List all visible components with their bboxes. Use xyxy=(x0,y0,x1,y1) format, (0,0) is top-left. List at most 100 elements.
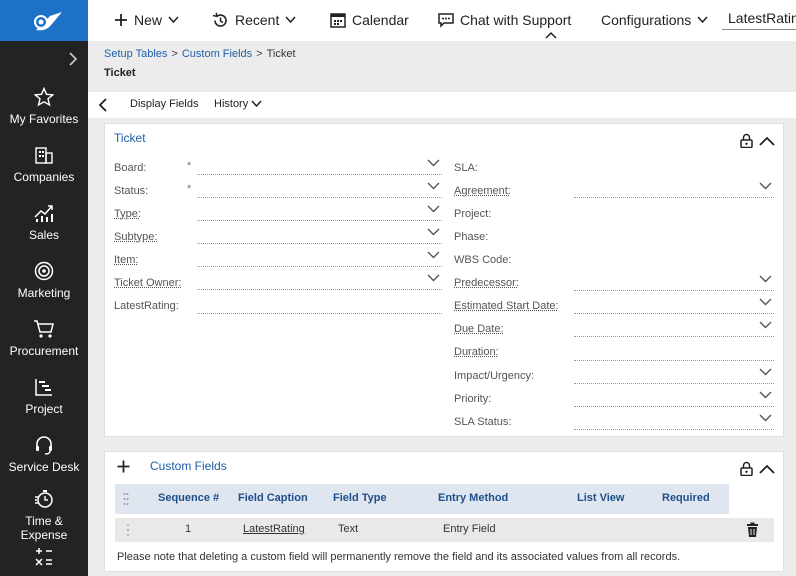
target-icon xyxy=(34,261,54,281)
duration-label[interactable]: Duration: xyxy=(454,346,499,358)
predecessor-label[interactable]: Predecessor: xyxy=(454,277,519,289)
column-header-sequence[interactable]: Sequence # xyxy=(158,492,219,504)
trash-icon[interactable] xyxy=(746,522,759,538)
app-logo[interactable] xyxy=(0,0,88,41)
field-caption-link[interactable]: LatestRating xyxy=(243,523,305,535)
chevron-down-icon xyxy=(759,298,772,306)
drag-handle-icon xyxy=(123,492,129,506)
predecessor-select[interactable] xyxy=(574,273,774,291)
chat-support-button[interactable]: Chat with Support xyxy=(438,10,571,30)
sla-label: SLA: xyxy=(454,162,478,174)
new-menu-button[interactable]: New xyxy=(114,10,179,30)
chevron-down-icon xyxy=(759,321,772,329)
chevron-down-icon xyxy=(285,16,296,24)
sidebar-item-finance[interactable] xyxy=(0,547,88,576)
star-icon xyxy=(34,87,54,107)
due-date-label[interactable]: Due Date: xyxy=(454,323,504,335)
sidebar-item-time-expense[interactable]: Time & Expense xyxy=(0,483,88,547)
chevron-down-icon xyxy=(697,16,708,24)
phase-label: Phase: xyxy=(454,231,488,243)
panel-controls xyxy=(740,461,775,476)
breadcrumb-custom-fields[interactable]: Custom Fields xyxy=(182,48,252,60)
wbs-code-label: WBS Code: xyxy=(454,254,511,266)
delete-warning-note: Please note that deleting a custom field… xyxy=(117,551,680,563)
latest-rating-input[interactable] xyxy=(197,296,442,314)
chevron-down-icon xyxy=(427,251,440,259)
sidebar-item-companies[interactable]: Companies xyxy=(0,135,88,193)
agreement-label[interactable]: Agreement: xyxy=(454,185,511,197)
sidebar-item-label: Service Desk xyxy=(9,460,80,474)
column-header-required[interactable]: Required xyxy=(662,492,710,504)
page-title: Ticket xyxy=(104,67,136,79)
add-plus-icon[interactable] xyxy=(117,460,130,473)
breadcrumb-setup-tables[interactable]: Setup Tables xyxy=(104,48,167,60)
due-date-picker[interactable] xyxy=(574,319,774,337)
breadcrumb: Setup Tables > Custom Fields > Ticket xyxy=(104,48,296,60)
collapse-chevron-up-icon[interactable] xyxy=(759,136,775,146)
history-menu-button[interactable]: History xyxy=(214,98,262,110)
column-header-field-type[interactable]: Field Type xyxy=(333,492,387,504)
recent-menu-label: Recent xyxy=(235,12,279,28)
record-toolbar: Display Fields History xyxy=(88,92,796,118)
sidebar-expand-button[interactable] xyxy=(0,41,88,77)
item-label[interactable]: Item: xyxy=(114,254,138,266)
estimated-start-date-picker[interactable] xyxy=(574,296,774,314)
top-bar: New Recent Calendar Chat with Support Co… xyxy=(88,0,796,41)
priority-label: Priority: xyxy=(454,393,491,405)
sequence-cell: 1 xyxy=(185,523,191,535)
lock-icon[interactable] xyxy=(740,461,753,476)
impact-urgency-label: Impact/Urgency: xyxy=(454,370,534,382)
back-arrow-icon[interactable] xyxy=(98,97,108,113)
configurations-menu-button[interactable]: Configurations xyxy=(601,10,708,30)
chevron-down-icon xyxy=(759,391,772,399)
recent-menu-button[interactable]: Recent xyxy=(212,10,296,30)
subtype-label[interactable]: Subtype: xyxy=(114,231,157,243)
chevron-right-icon xyxy=(68,51,78,67)
ticket-owner-label[interactable]: Ticket Owner: xyxy=(114,277,181,289)
type-label[interactable]: Type: xyxy=(114,208,141,220)
item-select[interactable] xyxy=(197,249,442,267)
chevron-down-icon xyxy=(759,182,772,190)
status-select[interactable] xyxy=(197,180,442,198)
drag-handle-icon[interactable] xyxy=(126,523,130,537)
table-row[interactable]: 1 LatestRating Text Entry Field xyxy=(115,518,774,542)
latest-rating-label: LatestRating: xyxy=(114,300,179,312)
board-select[interactable] xyxy=(197,157,442,175)
chevron-down-icon xyxy=(168,16,179,24)
impact-urgency-select[interactable] xyxy=(574,366,774,384)
subtype-select[interactable] xyxy=(197,226,442,244)
display-fields-button[interactable]: Display Fields xyxy=(130,98,198,110)
new-menu-label: New xyxy=(134,12,162,28)
calendar-button[interactable]: Calendar xyxy=(330,10,409,30)
sidebar-item-label: Companies xyxy=(14,170,75,184)
sidebar-item-service-desk[interactable]: Service Desk xyxy=(0,425,88,483)
type-select[interactable] xyxy=(197,203,442,221)
sidebar-item-marketing[interactable]: Marketing xyxy=(0,251,88,309)
sidebar-item-project[interactable]: Project xyxy=(0,367,88,425)
column-header-field-caption[interactable]: Field Caption xyxy=(238,492,308,504)
chevron-up-icon[interactable] xyxy=(545,31,557,39)
ticket-owner-select[interactable] xyxy=(197,272,442,290)
sidebar-item-favorites[interactable]: My Favorites xyxy=(0,77,88,135)
chevron-down-icon xyxy=(427,159,440,167)
estimated-start-date-label[interactable]: Estimated Start Date: xyxy=(454,300,559,312)
configurations-menu-label: Configurations xyxy=(601,12,691,28)
collapse-chevron-up-icon[interactable] xyxy=(759,464,775,474)
search-input[interactable]: LatestRating xyxy=(722,8,796,30)
project-label: Project: xyxy=(454,208,491,220)
chevron-down-icon xyxy=(427,274,440,282)
sla-status-select[interactable] xyxy=(574,412,774,430)
lock-icon[interactable] xyxy=(740,133,753,148)
duration-input[interactable] xyxy=(574,343,774,361)
chat-icon xyxy=(438,12,454,28)
required-marker: * xyxy=(187,183,191,195)
sidebar-item-procurement[interactable]: Procurement xyxy=(0,309,88,367)
field-type-cell: Text xyxy=(338,523,358,535)
priority-select[interactable] xyxy=(574,389,774,407)
sidebar-item-sales[interactable]: Sales xyxy=(0,193,88,251)
display-fields-label: Display Fields xyxy=(130,98,198,110)
agreement-select[interactable] xyxy=(574,180,774,198)
column-header-list-view[interactable]: List View xyxy=(577,492,624,504)
chevron-down-icon xyxy=(427,205,440,213)
column-header-entry-method[interactable]: Entry Method xyxy=(438,492,508,504)
